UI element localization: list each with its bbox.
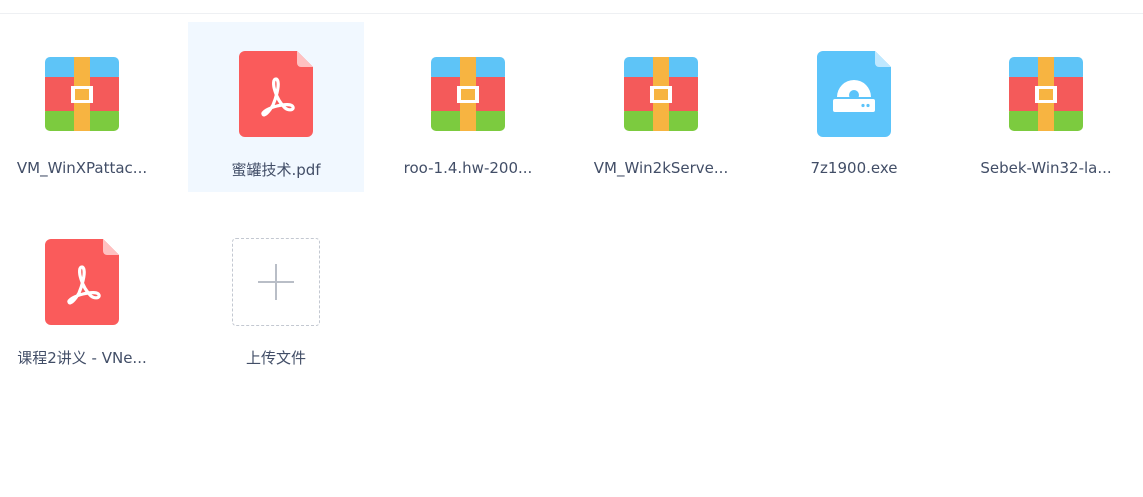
- file-name: 课程2讲义 - VNe...: [17, 349, 147, 367]
- file-item-7z-exe[interactable]: 7z1900.exe: [766, 22, 942, 192]
- file-browser: VM_WinXPattac... 蜜罐技术.pdf roo-1.4.hw-200…: [0, 0, 1143, 497]
- file-item-course-pdf[interactable]: 课程2讲义 - VNe...: [0, 210, 170, 380]
- file-item-vm-win2k[interactable]: VM_Win2kServe...: [573, 22, 749, 192]
- file-name: VM_Win2kServe...: [593, 159, 729, 177]
- file-name: roo-1.4.hw-200...: [403, 159, 533, 177]
- file-name: 7z1900.exe: [810, 159, 898, 177]
- pdf-icon: [0, 239, 170, 325]
- upload-file-button[interactable]: 上传文件: [188, 210, 364, 380]
- file-name: Sebek-Win32-la...: [980, 159, 1112, 177]
- file-item-vm-winxp[interactable]: VM_WinXPattac...: [0, 22, 170, 192]
- upload-dropzone[interactable]: [232, 238, 320, 326]
- file-item-sebek[interactable]: Sebek-Win32-la...: [958, 22, 1134, 192]
- archive-icon: [380, 52, 556, 136]
- plus-icon: [258, 264, 294, 300]
- pdf-icon: [188, 51, 364, 137]
- file-name: 蜜罐技术.pdf: [231, 161, 321, 179]
- file-item-honeypot-pdf[interactable]: 蜜罐技术.pdf: [188, 22, 364, 192]
- upload-label: 上传文件: [245, 349, 306, 367]
- header-divider: [0, 13, 1143, 14]
- archive-icon: [958, 52, 1134, 136]
- file-name: VM_WinXPattac...: [16, 159, 148, 177]
- upload-box-wrap: [188, 238, 364, 326]
- exe-disc-icon: [766, 51, 942, 137]
- archive-icon: [0, 52, 170, 136]
- file-item-roo[interactable]: roo-1.4.hw-200...: [380, 22, 556, 192]
- archive-icon: [573, 52, 749, 136]
